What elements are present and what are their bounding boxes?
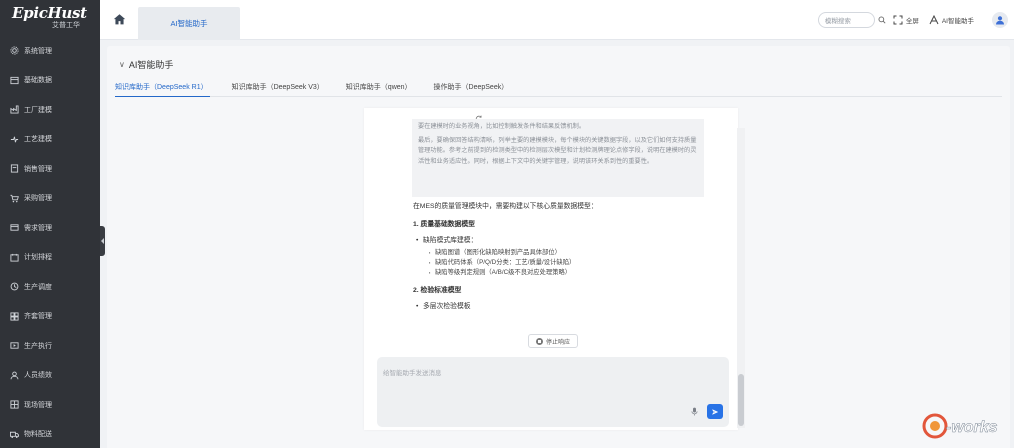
sidebar-item-label: 基础数据 — [24, 77, 52, 85]
top-bar-actions: 模糊搜索 全屏 AI智能助手 — [817, 0, 1014, 39]
sidebar-item[interactable]: 人员绩效 — [0, 361, 100, 391]
chat-message-input[interactable] — [383, 363, 703, 383]
sidebar-item-label: 现场管理 — [24, 401, 52, 409]
sidebar-item-label: 人员绩效 — [24, 372, 52, 380]
answer-sublist-item: 缺陷代码体系（P/Q/D分类：工艺/质量/设计缺陷） — [413, 258, 703, 268]
sidebar-item[interactable]: 系统管理 — [0, 36, 100, 66]
kit-icon — [9, 311, 19, 321]
send-icon — [712, 408, 719, 415]
top-bar: AI智能助手 模糊搜索 全屏 AI智能助手 — [100, 0, 1014, 40]
page-title[interactable]: ∨ AI智能助手 — [119, 58, 173, 71]
tab-ai-assistant[interactable]: AI智能助手 — [138, 7, 240, 40]
answer-list-item: 多层次检验模板 — [413, 301, 703, 313]
search-placeholder: 模糊搜索 — [824, 17, 851, 25]
site-icon — [9, 400, 19, 410]
e-works-watermark-logo: -works — [922, 413, 998, 439]
sidebar-item-label: 工艺建模 — [24, 136, 52, 144]
home-icon — [113, 14, 125, 25]
answer-section-title: 1. 质量基础数据模型 — [413, 220, 475, 228]
answer-sublist-item: 缺陷等级判定规则（A/B/C级不良对应处理策略） — [413, 268, 703, 278]
tab-assistant[interactable]: 知识库助手（qwen） — [346, 80, 412, 97]
answer-list-item: 缺陷模式库建模： — [413, 235, 703, 247]
send-button[interactable] — [707, 404, 723, 419]
answer-sublist-item: 缺陷图谱（图形化缺陷映射到产品具体部位） — [413, 248, 703, 258]
fullscreen-icon — [893, 15, 903, 24]
sidebar-item-label: 需求管理 — [24, 224, 52, 232]
sidebar-item[interactable]: 销售管理 — [0, 154, 100, 184]
home-button[interactable] — [100, 0, 138, 39]
sidebar-item[interactable]: 现场管理 — [0, 390, 100, 420]
sales-icon — [9, 164, 19, 174]
content-area: ∨ AI智能助手 知识库助手（DeepSeek R1） 知识库助手（DeepSee… — [107, 46, 1010, 448]
answer-intro: 在MES的质量管理模块中，需要构建以下核心质量数据模型： — [413, 203, 598, 210]
sidebar-item[interactable]: 工厂建模 — [0, 95, 100, 125]
sidebar-item[interactable]: 生产执行 — [0, 331, 100, 361]
chat-scrollbar[interactable] — [737, 128, 745, 428]
sidebar-item-label: 齐套管理 — [24, 313, 52, 321]
tab-assistant[interactable]: 知识库助手（DeepSeek R1） — [115, 80, 210, 97]
user-icon — [996, 15, 1004, 24]
sidebar-item-label: 生产调度 — [24, 283, 52, 291]
ai-assistant-button[interactable]: AI智能助手 — [929, 14, 974, 25]
page-title-text: AI智能助手 — [128, 60, 174, 70]
microphone-icon — [691, 407, 698, 416]
sidebar-item[interactable]: 需求管理 — [0, 213, 100, 243]
process-icon — [9, 134, 19, 144]
user-icon — [9, 370, 19, 380]
brand-subtitle: 艾普工华 — [52, 22, 80, 29]
search-icon[interactable] — [878, 16, 886, 24]
sidebar-item-label: 计划排程 — [24, 254, 52, 262]
global-search-input[interactable]: 模糊搜索 — [817, 11, 886, 28]
answer-message: 在MES的质量管理模块中，需要构建以下核心质量数据模型： 1. 质量基础数据模型… — [413, 201, 703, 314]
fullscreen-label: 全屏 — [905, 17, 919, 25]
cart-icon — [9, 193, 19, 203]
factory-icon — [9, 105, 19, 115]
assistant-tabs: 知识库助手（DeepSeek R1） 知识库助手（DeepSeek V3） 知识库助… — [115, 80, 1002, 97]
tab-ai-assistant-label: AI智能助手 — [170, 19, 208, 28]
thinking-paragraph: 最后，要确保回答结构清晰，列举主要的建模模块，每个模块的关键数据字段，以及它们如… — [418, 136, 697, 165]
sidebar-collapse-handle[interactable] — [100, 226, 105, 256]
stop-response-label: 停止响应 — [545, 339, 570, 346]
dispatch-icon — [9, 282, 19, 292]
sidebar-item[interactable]: 工艺建模 — [0, 125, 100, 155]
thinking-block: 要在建模时的业务视角，比如控制触发条件和结果反馈机制。 最后，要确保回答结构清晰… — [412, 119, 704, 197]
sidebar-item-label: 销售管理 — [24, 165, 52, 173]
chat-scrollbar-thumb[interactable] — [738, 374, 744, 426]
sidebar: EpicHust 艾普工华 系统管理基础数据工厂建模工艺建模销售管理采购管理需求… — [0, 0, 100, 448]
fullscreen-button[interactable]: 全屏 — [893, 15, 919, 25]
voice-input-button[interactable] — [690, 406, 699, 417]
stop-response-button[interactable]: 停止响应 — [528, 334, 578, 348]
thinking-paragraph: 要在建模时的业务视角，比如控制触发条件和结果反馈机制。 — [418, 123, 586, 130]
brand-name: EpicHust — [12, 4, 87, 22]
svg-text:-works: -works — [946, 419, 998, 436]
calendar-icon — [9, 252, 19, 262]
sidebar-item-label: 物料配送 — [24, 431, 52, 439]
app-logo: EpicHust 艾普工华 — [0, 0, 100, 36]
sidebar-item[interactable]: 采购管理 — [0, 184, 100, 214]
database-icon — [9, 75, 19, 85]
user-avatar[interactable] — [992, 11, 1008, 28]
chat-input-area — [377, 357, 729, 427]
sidebar-item-label: 工厂建模 — [24, 106, 52, 114]
stop-icon — [535, 337, 543, 345]
tab-assistant[interactable]: 操作助手（DeepSeek） — [434, 80, 509, 97]
ai-assistant-icon — [929, 14, 939, 24]
truck-icon — [9, 429, 19, 439]
ai-assistant-label: AI智能助手 — [941, 17, 974, 25]
sidebar-item-label: 生产执行 — [24, 342, 52, 350]
sidebar-item[interactable]: 计划排程 — [0, 243, 100, 273]
gear-icon — [9, 46, 19, 56]
sidebar-item[interactable]: 生产调度 — [0, 272, 100, 302]
sidebar-item[interactable]: 基础数据 — [0, 66, 100, 96]
answer-section-title: 2. 检验标准模型 — [413, 286, 462, 294]
chevron-down-icon[interactable]: ∨ — [119, 60, 125, 69]
sidebar-item-label: 采购管理 — [24, 195, 52, 203]
demand-icon — [9, 223, 19, 233]
sidebar-item-label: 系统管理 — [24, 47, 52, 55]
sidebar-item[interactable]: 齐套管理 — [0, 302, 100, 332]
sidebar-item[interactable]: 物料配送 — [0, 420, 100, 448]
sidebar-menu: 系统管理基础数据工厂建模工艺建模销售管理采购管理需求管理计划排程生产调度齐套管理… — [0, 36, 100, 448]
execute-icon — [9, 341, 19, 351]
tab-assistant[interactable]: 知识库助手（DeepSeek V3） — [232, 80, 324, 97]
